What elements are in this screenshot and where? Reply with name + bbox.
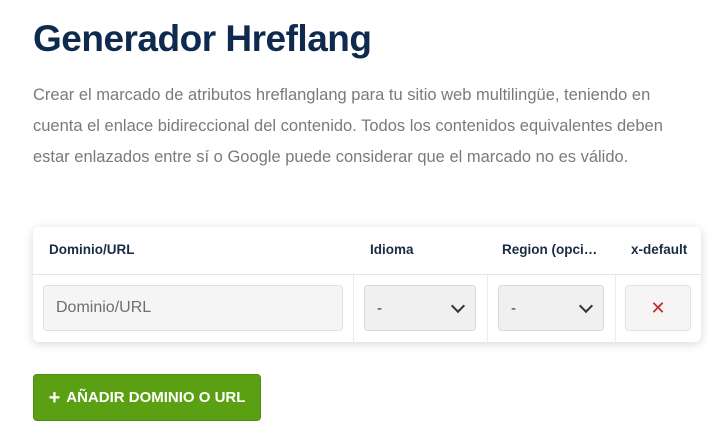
column-header-url: Dominio/URL xyxy=(49,242,135,257)
page-description: Crear el marcado de atributos hreflangla… xyxy=(33,86,663,166)
add-domain-button-label: AÑADIR DOMINIO O URL xyxy=(66,389,246,406)
column-divider xyxy=(615,275,616,342)
url-input[interactable] xyxy=(43,285,343,331)
column-header-xdefault: x-default xyxy=(631,242,688,257)
page-title: Generador Hreflang xyxy=(33,18,372,59)
region-select[interactable]: - xyxy=(498,285,604,331)
hreflang-table: Dominio/URL Idioma Region (opcional) x-d… xyxy=(33,227,701,342)
plus-icon: + xyxy=(48,386,61,409)
close-icon: ✕ xyxy=(650,297,666,318)
column-header-region: Region (opcional) xyxy=(502,242,598,257)
column-divider xyxy=(487,275,488,342)
column-header-language: Idioma xyxy=(370,242,414,257)
region-select-value: - xyxy=(511,299,516,317)
header-divider xyxy=(33,274,701,275)
chevron-down-icon xyxy=(578,298,594,313)
language-select-value: - xyxy=(377,299,382,317)
language-select[interactable]: - xyxy=(364,285,476,331)
column-divider xyxy=(353,275,354,342)
add-domain-button[interactable]: + AÑADIR DOMINIO O URL xyxy=(33,374,261,421)
remove-row-button[interactable]: ✕ xyxy=(625,285,691,331)
chevron-down-icon xyxy=(450,298,466,313)
